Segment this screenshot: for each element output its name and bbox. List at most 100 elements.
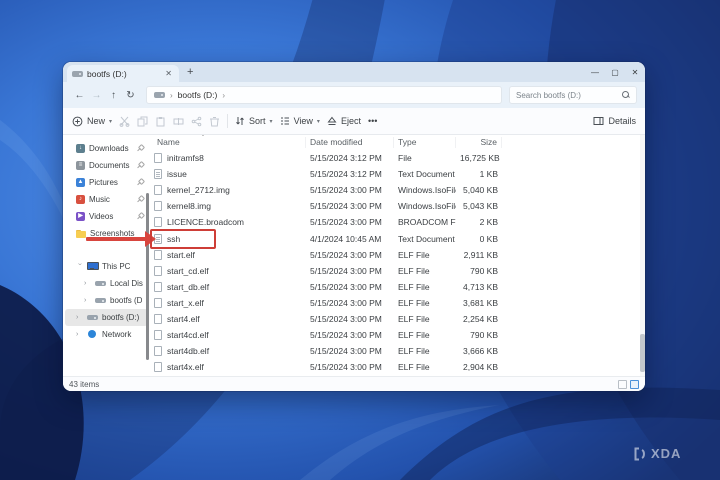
file-row[interactable]: start_db.elf 5/15/2024 3:00 PM ELF File … (150, 279, 645, 295)
new-tab-button[interactable]: + (187, 64, 193, 81)
list-scrollbar-track[interactable] (640, 135, 645, 376)
search-box[interactable]: Search bootfs (D:) (509, 86, 637, 104)
sidebar-quick-access-item[interactable]: ≡ Documents (65, 157, 148, 174)
file-name: start.elf (167, 250, 195, 260)
sidebar-tree-item[interactable]: › Network (65, 326, 148, 343)
file-date-modified: 5/15/2024 3:00 PM (306, 298, 394, 308)
column-header-type[interactable]: Type (394, 137, 456, 148)
sidebar-tree-item[interactable]: › bootfs (D:) (65, 292, 148, 309)
file-date-modified: 5/15/2024 3:00 PM (306, 185, 394, 195)
file-name: issue (167, 169, 187, 179)
file-row[interactable]: start_x.elf 5/15/2024 3:00 PM ELF File 3… (150, 295, 645, 311)
file-icon (154, 362, 162, 372)
breadcrumb-location[interactable]: bootfs (D:) (178, 90, 218, 100)
window-controls: — ▢ ✕ (585, 62, 645, 82)
sidebar-quick-access-item[interactable]: ♪ Music (65, 191, 148, 208)
rename-button[interactable] (173, 116, 184, 127)
back-button[interactable]: ← (71, 90, 88, 101)
cut-button[interactable] (119, 116, 130, 127)
sidebar-quick-access-item[interactable]: ↓ Downloads (65, 140, 148, 157)
file-type: ELF File (394, 362, 456, 372)
sidebar-scrollbar[interactable] (146, 193, 149, 360)
address-bar: ← → ↑ ↻ › bootfs (D:) › Search bootfs (D… (63, 82, 645, 108)
file-size: 790 KB (456, 330, 502, 340)
breadcrumb[interactable]: › bootfs (D:) › (146, 86, 502, 104)
sidebar-item-label: Local Disk (C:) (110, 279, 143, 288)
copy-button[interactable] (137, 116, 148, 127)
file-date-modified: 5/15/2024 3:00 PM (306, 314, 394, 324)
rename-icon (173, 116, 184, 127)
file-date-modified: 5/15/2024 3:00 PM (306, 362, 394, 372)
sort-icon (235, 116, 245, 126)
forward-button[interactable]: → (88, 90, 105, 101)
file-size: 5,043 KB (456, 201, 502, 211)
minimize-button[interactable]: — (585, 62, 605, 82)
file-name: kernel8.img (167, 201, 211, 211)
file-row[interactable]: kernel8.img 5/15/2024 3:00 PM Windows.Is… (150, 198, 645, 214)
sidebar-item-label: This PC (102, 262, 143, 271)
close-button[interactable]: ✕ (625, 62, 645, 82)
chevron-right-icon[interactable]: › (84, 297, 91, 304)
chevron-right-icon[interactable]: › (84, 280, 91, 287)
up-button[interactable]: ↑ (105, 90, 122, 101)
sidebar-tree-item[interactable]: › bootfs (D:) (65, 309, 148, 326)
file-row-ssh-highlighted[interactable]: ssh 4/1/2024 10:45 AM Text Document 0 KB (150, 230, 645, 246)
file-row[interactable]: start4x.elf 5/15/2024 3:00 PM ELF File 2… (150, 359, 645, 375)
chevron-down-icon: ▾ (109, 118, 112, 125)
column-header-size[interactable]: Size (456, 137, 502, 148)
share-button[interactable] (191, 116, 202, 127)
file-type: ELF File (394, 330, 456, 340)
view-button[interactable]: View ▾ (280, 116, 320, 126)
file-row[interactable]: start.elf 5/15/2024 3:00 PM ELF File 2,9… (150, 247, 645, 263)
details-pane-button[interactable]: Details (593, 116, 636, 126)
file-icon (154, 201, 162, 211)
tab-strip: bootfs (D:) ✕ + — ▢ ✕ (63, 62, 645, 82)
file-row[interactable]: start4.elf 5/15/2024 3:00 PM ELF File 2,… (150, 311, 645, 327)
column-header-name[interactable]: ˆ Name (150, 137, 306, 148)
chevron-right-icon[interactable]: › (76, 314, 83, 321)
tab-close-icon[interactable]: ✕ (163, 69, 174, 78)
file-row[interactable]: LICENCE.broadcom 5/15/2024 3:00 PM BROAD… (150, 214, 645, 230)
file-type: Text Document (394, 169, 456, 179)
sidebar-quick-access-item[interactable]: ▶ Videos (65, 208, 148, 225)
refresh-button[interactable]: ↻ (122, 90, 139, 101)
sidebar-item-label: Network (102, 330, 143, 339)
column-header-date[interactable]: Date modified (306, 137, 394, 148)
explorer-content: ↓ Downloads ≡ Documents ▲ Pictures ♪ Mus… (63, 135, 645, 376)
new-button[interactable]: New ▾ (72, 116, 112, 127)
file-date-modified: 5/15/2024 3:00 PM (306, 346, 394, 356)
sidebar-tree-item[interactable]: › Local Disk (C:) (65, 275, 148, 292)
file-date-modified: 5/15/2024 3:00 PM (306, 217, 394, 227)
sidebar-item-label: Documents (89, 161, 132, 170)
file-name: start_cd.elf (167, 266, 209, 276)
sort-button[interactable]: Sort ▾ (235, 116, 273, 126)
sidebar-quick-access-item[interactable]: Screenshots (65, 225, 148, 242)
list-scrollbar-thumb[interactable] (640, 334, 645, 372)
file-type: Windows.IsoFile (394, 185, 456, 195)
file-row[interactable]: start4db.elf 5/15/2024 3:00 PM ELF File … (150, 343, 645, 359)
file-row[interactable]: start_cd.elf 5/15/2024 3:00 PM ELF File … (150, 263, 645, 279)
sidebar-tree-item[interactable]: › This PC (65, 258, 148, 275)
chevron-right-icon[interactable]: › (76, 331, 83, 338)
file-row[interactable]: start4cd.elf 5/15/2024 3:00 PM ELF File … (150, 327, 645, 343)
chevron-right-icon[interactable]: › (76, 263, 83, 270)
list-view-toggle[interactable] (618, 380, 627, 389)
file-row[interactable]: issue 5/15/2024 3:12 PM Text Document 1 … (150, 166, 645, 182)
more-button[interactable]: ••• (368, 116, 377, 126)
breadcrumb-separator: › (170, 91, 173, 100)
tab-title: bootfs (D:) (87, 69, 159, 79)
file-row[interactable]: kernel_2712.img 5/15/2024 3:00 PM Window… (150, 182, 645, 198)
maximize-button[interactable]: ▢ (605, 62, 625, 82)
xda-watermark: XDA (633, 446, 681, 461)
view-toggles (618, 380, 639, 389)
tab-bootfs[interactable]: bootfs (D:) ✕ (67, 65, 179, 82)
details-view-toggle[interactable] (630, 380, 639, 389)
file-row[interactable]: initramfs8 5/15/2024 3:12 PM File 16,725… (150, 150, 645, 166)
paste-button[interactable] (155, 116, 166, 127)
delete-button[interactable] (209, 116, 220, 127)
sidebar-quick-access-item[interactable]: ▲ Pictures (65, 174, 148, 191)
tree-item-icon (87, 330, 98, 339)
quick-access-list: ↓ Downloads ≡ Documents ▲ Pictures ♪ Mus… (63, 140, 150, 242)
view-icon (280, 116, 290, 126)
eject-button[interactable]: Eject (327, 116, 361, 126)
